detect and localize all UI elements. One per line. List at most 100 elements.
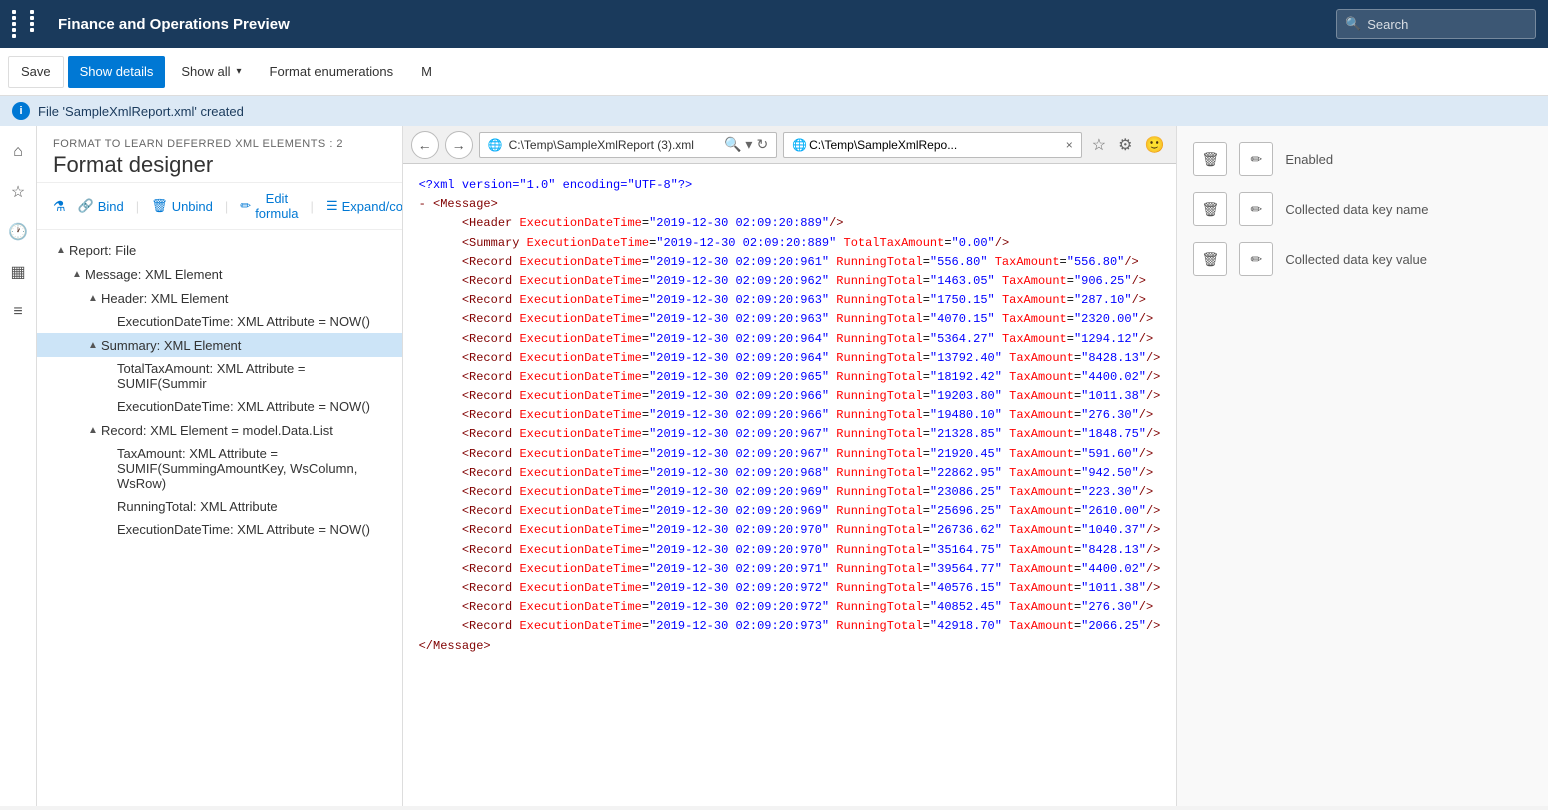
sidebar-icon-workspace[interactable]: ▦ xyxy=(0,254,36,290)
tree-toggle-report[interactable]: ▲ xyxy=(53,242,69,258)
unbind-icon: 🗑 xyxy=(151,198,168,214)
xml-line-20: <Record ExecutionDateTime="2019-12-30 02… xyxy=(419,560,1161,579)
xml-line-9: <Record ExecutionDateTime="2019-12-30 02… xyxy=(419,349,1161,368)
more-button[interactable]: M xyxy=(409,56,444,88)
tree-item-record-execdt[interactable]: ExecutionDateTime: XML Attribute = NOW() xyxy=(37,518,402,541)
sidebar-icons: ⌂ ☆ 🕐 ▦ ≡ xyxy=(0,126,37,806)
enabled-label: Enabled xyxy=(1285,152,1333,167)
format-tree[interactable]: ▲ Report: File ▲ Message: XML Element ▲ … xyxy=(37,230,402,806)
xml-line-0: <?xml version="1.0" encoding="UTF-8"?> xyxy=(419,176,1161,195)
xml-line-12: <Record ExecutionDateTime="2019-12-30 02… xyxy=(419,406,1161,425)
separator1: | xyxy=(136,199,139,214)
bind-button[interactable]: 🔗 Bind xyxy=(78,198,124,214)
delete-key-name-button[interactable]: 🗑 xyxy=(1193,192,1227,226)
tree-toggle-header[interactable]: ▲ xyxy=(85,290,101,306)
tree-item-message[interactable]: ▲ Message: XML Element xyxy=(37,262,402,286)
tree-item-header-execdt[interactable]: ExecutionDateTime: XML Attribute = NOW() xyxy=(37,310,402,333)
prop-row-enabled: 🗑 ✏ Enabled xyxy=(1193,142,1532,176)
edit-key-value-button[interactable]: ✏ xyxy=(1239,242,1273,276)
tree-item-header[interactable]: ▲ Header: XML Element xyxy=(37,286,402,310)
expand-collapse-button[interactable]: ☰ Expand/collapse xyxy=(326,198,403,214)
tree-toggle-message[interactable]: ▲ xyxy=(69,266,85,282)
back-button[interactable]: ← xyxy=(411,131,439,159)
refresh-icon[interactable]: ↻ xyxy=(756,136,768,153)
tree-label-message: Message: XML Element xyxy=(85,267,394,282)
pencil-icon: ✏ xyxy=(240,198,251,214)
search-address-icon[interactable]: 🔍 xyxy=(724,136,741,153)
browser-chrome: ← → 🌐 C:\Temp\SampleXmlReport (3).xml 🔍 … xyxy=(403,126,1177,164)
expand-collapse-label: Expand/collapse xyxy=(342,199,403,214)
tree-item-record[interactable]: ▲ Record: XML Element = model.Data.List xyxy=(37,418,402,442)
main-layout: ⌂ ☆ 🕐 ▦ ≡ FORMAT TO LEARN DEFERRED XML E… xyxy=(0,126,1548,806)
tree-item-summary-execdt[interactable]: ExecutionDateTime: XML Attribute = NOW() xyxy=(37,395,402,418)
tree-item-totaltax[interactable]: TotalTaxAmount: XML Attribute = SUMIF(Su… xyxy=(37,357,402,395)
address-bar-1[interactable]: 🌐 C:\Temp\SampleXmlReport (3).xml 🔍 ▾ ↻ xyxy=(479,132,778,158)
app-grid-icon[interactable] xyxy=(12,10,46,38)
sidebar-icon-home[interactable]: ⌂ xyxy=(0,134,36,170)
unbind-button[interactable]: 🗑 Unbind xyxy=(151,198,213,214)
info-icon: i xyxy=(12,102,30,120)
tree-label-taxamount: TaxAmount: XML Attribute = SUMIF(Summing… xyxy=(117,446,394,491)
show-details-button[interactable]: Show details xyxy=(68,56,166,88)
unbind-label: Unbind xyxy=(172,199,213,214)
xml-line-15: <Record ExecutionDateTime="2019-12-30 02… xyxy=(419,464,1161,483)
key-name-label: Collected data key name xyxy=(1285,202,1428,217)
show-all-button[interactable]: Show all ▾ xyxy=(169,56,253,88)
tree-item-report[interactable]: ▲ Report: File xyxy=(37,238,402,262)
delete-key-value-button[interactable]: 🗑 xyxy=(1193,242,1227,276)
filter-icon: ⚗ xyxy=(53,198,66,215)
tree-toggle-record[interactable]: ▲ xyxy=(85,422,101,438)
gear-browser-icon[interactable]: ⚙ xyxy=(1114,133,1136,157)
tree-label-runningtotal: RunningTotal: XML Attribute xyxy=(117,499,394,514)
xml-line-11: <Record ExecutionDateTime="2019-12-30 02… xyxy=(419,387,1161,406)
sidebar-icon-favorites[interactable]: ☆ xyxy=(0,174,36,210)
xml-line-16: <Record ExecutionDateTime="2019-12-30 02… xyxy=(419,483,1161,502)
xml-line-24: </Message> xyxy=(419,637,1161,656)
xml-line-10: <Record ExecutionDateTime="2019-12-30 02… xyxy=(419,368,1161,387)
tree-item-summary[interactable]: ▲ Summary: XML Element xyxy=(37,333,402,357)
xml-line-13: <Record ExecutionDateTime="2019-12-30 02… xyxy=(419,425,1161,444)
panel-subtitle: FORMAT TO LEARN DEFERRED XML ELEMENTS : … xyxy=(53,138,386,150)
address-text-1: C:\Temp\SampleXmlReport (3).xml xyxy=(509,138,718,152)
emoji-icon[interactable]: 🙂 xyxy=(1140,133,1168,157)
properties-panel: 🗑 ✏ Enabled 🗑 ✏ Collected data key name … xyxy=(1176,126,1548,806)
sidebar-icon-list[interactable]: ≡ xyxy=(0,294,36,330)
search-placeholder: Search xyxy=(1367,17,1408,32)
format-enumerations-button[interactable]: Format enumerations xyxy=(258,56,406,88)
app-title: Finance and Operations Preview xyxy=(58,16,1324,33)
tree-label-summary: Summary: XML Element xyxy=(101,338,394,353)
xml-content: <?xml version="1.0" encoding="UTF-8"?> -… xyxy=(403,164,1177,806)
edit-key-name-button[interactable]: ✏ xyxy=(1239,192,1273,226)
tree-item-taxamount[interactable]: TaxAmount: XML Attribute = SUMIF(Summing… xyxy=(37,442,402,495)
browser-actions: ☆ ⚙ 🙂 xyxy=(1088,133,1169,157)
tree-item-runningtotal[interactable]: RunningTotal: XML Attribute xyxy=(37,495,402,518)
action-bar: ⚗ 🔗 Bind | 🗑 Unbind | ✏ Edit formula | ☰… xyxy=(37,183,402,230)
show-all-label: Show all xyxy=(181,64,230,79)
forward-button[interactable]: → xyxy=(445,131,473,159)
search-box[interactable]: 🔍 Search xyxy=(1336,9,1536,39)
prop-row-key-value: 🗑 ✏ Collected data key value xyxy=(1193,242,1532,276)
separator2: | xyxy=(225,199,228,214)
xml-line-4: <Record ExecutionDateTime="2019-12-30 02… xyxy=(419,253,1161,272)
expand-icon: ☰ xyxy=(326,198,338,214)
search-icon: 🔍 xyxy=(1345,16,1361,32)
tree-label-report: Report: File xyxy=(69,243,394,258)
address-text-2: C:\Temp\SampleXmlRepo... xyxy=(809,138,1064,152)
tree-label-summary-execdt: ExecutionDateTime: XML Attribute = NOW() xyxy=(117,399,394,414)
dropdown-address-icon[interactable]: ▾ xyxy=(745,136,752,153)
star-icon[interactable]: ☆ xyxy=(1088,133,1110,157)
save-button[interactable]: Save xyxy=(8,56,64,88)
edit-enabled-button[interactable]: ✏ xyxy=(1239,142,1273,176)
bind-icon: 🔗 xyxy=(78,198,94,214)
delete-enabled-button[interactable]: 🗑 xyxy=(1193,142,1227,176)
tree-toggle-summary[interactable]: ▲ xyxy=(85,337,101,353)
browser-icon-2: 🌐 xyxy=(792,138,807,152)
tab-close-btn[interactable]: × xyxy=(1066,138,1073,152)
browser-icon: 🌐 xyxy=(488,138,503,152)
edit-formula-button[interactable]: ✏ Edit formula xyxy=(240,191,298,221)
address-bar-icons: 🔍 ▾ ↻ xyxy=(724,136,768,153)
panel-header: FORMAT TO LEARN DEFERRED XML ELEMENTS : … xyxy=(37,126,402,183)
tree-label-header: Header: XML Element xyxy=(101,291,394,306)
sidebar-icon-recent[interactable]: 🕐 xyxy=(0,214,36,250)
xml-line-6: <Record ExecutionDateTime="2019-12-30 02… xyxy=(419,291,1161,310)
